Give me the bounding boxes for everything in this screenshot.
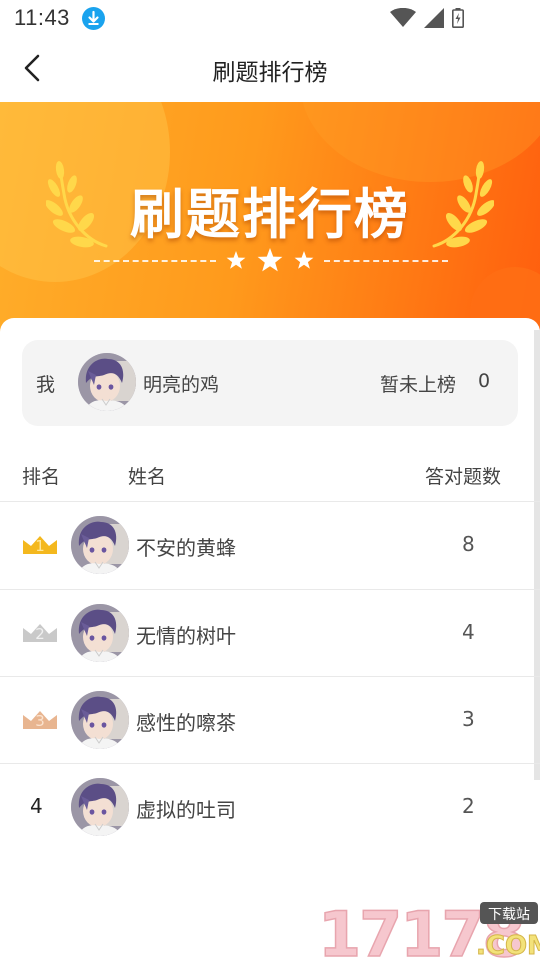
table-row[interactable]: 3 感性的嚓茶 3 bbox=[0, 676, 540, 763]
table-row[interactable]: 2 无情的树叶 4 bbox=[0, 589, 540, 676]
table-row[interactable]: 1 不安的黄蜂 8 bbox=[0, 501, 540, 588]
avatar bbox=[71, 778, 129, 836]
page-title: 刷题排行榜 bbox=[212, 60, 328, 86]
table-row[interactable]: 4 虚拟的吐司 2 bbox=[0, 763, 540, 850]
banner: 刷题排行榜 bbox=[0, 102, 540, 342]
bronze-crown-icon: 3 bbox=[23, 711, 57, 730]
row-count: 4 bbox=[462, 620, 475, 644]
row-count: 8 bbox=[462, 532, 475, 556]
header-name: 姓名 bbox=[128, 466, 167, 488]
me-name: 明亮的鸡 bbox=[143, 374, 220, 396]
svg-text:3: 3 bbox=[35, 712, 45, 730]
download-icon bbox=[82, 7, 105, 30]
row-count: 3 bbox=[462, 707, 475, 731]
row-name: 虚拟的吐司 bbox=[136, 798, 236, 822]
me-label: 我 bbox=[36, 374, 56, 396]
row-count: 2 bbox=[462, 794, 475, 818]
header-rank: 排名 bbox=[22, 466, 61, 488]
svg-text:1: 1 bbox=[35, 537, 45, 555]
avatar bbox=[78, 353, 136, 411]
me-status: 暂未上榜 bbox=[380, 374, 457, 396]
header-count: 答对题数 bbox=[425, 466, 502, 488]
row-name: 不安的黄蜂 bbox=[136, 536, 236, 560]
nav-bar: 刷题排行榜 bbox=[0, 36, 540, 102]
avatar bbox=[71, 604, 129, 662]
row-name: 感性的嚓茶 bbox=[136, 711, 236, 735]
wifi-icon bbox=[390, 8, 416, 27]
svg-text:.COM: .COM bbox=[476, 931, 540, 960]
avatar bbox=[71, 691, 129, 749]
me-count: 0 bbox=[478, 370, 491, 392]
status-time: 11:43 bbox=[14, 5, 70, 30]
stars-icon bbox=[226, 248, 314, 272]
signal-icon bbox=[424, 8, 444, 28]
my-rank-box: 我 明亮的鸡 暂未上榜 0 bbox=[22, 340, 518, 426]
silver-crown-icon: 2 bbox=[23, 624, 57, 643]
battery-icon bbox=[452, 8, 464, 28]
row-rank: 4 bbox=[30, 794, 43, 818]
svg-text:下载站: 下载站 bbox=[488, 907, 530, 923]
avatar bbox=[71, 516, 129, 574]
svg-text:2: 2 bbox=[35, 625, 45, 643]
status-bar: 11:43 bbox=[0, 0, 540, 36]
watermark-logo: 17178 下载站 .COM bbox=[317, 900, 540, 960]
divider-dashes-left bbox=[94, 260, 216, 262]
row-name: 无情的树叶 bbox=[136, 624, 236, 648]
divider-dashes-right bbox=[324, 260, 448, 262]
gold-crown-icon: 1 bbox=[23, 536, 57, 555]
banner-title: 刷题排行榜 bbox=[130, 183, 410, 246]
